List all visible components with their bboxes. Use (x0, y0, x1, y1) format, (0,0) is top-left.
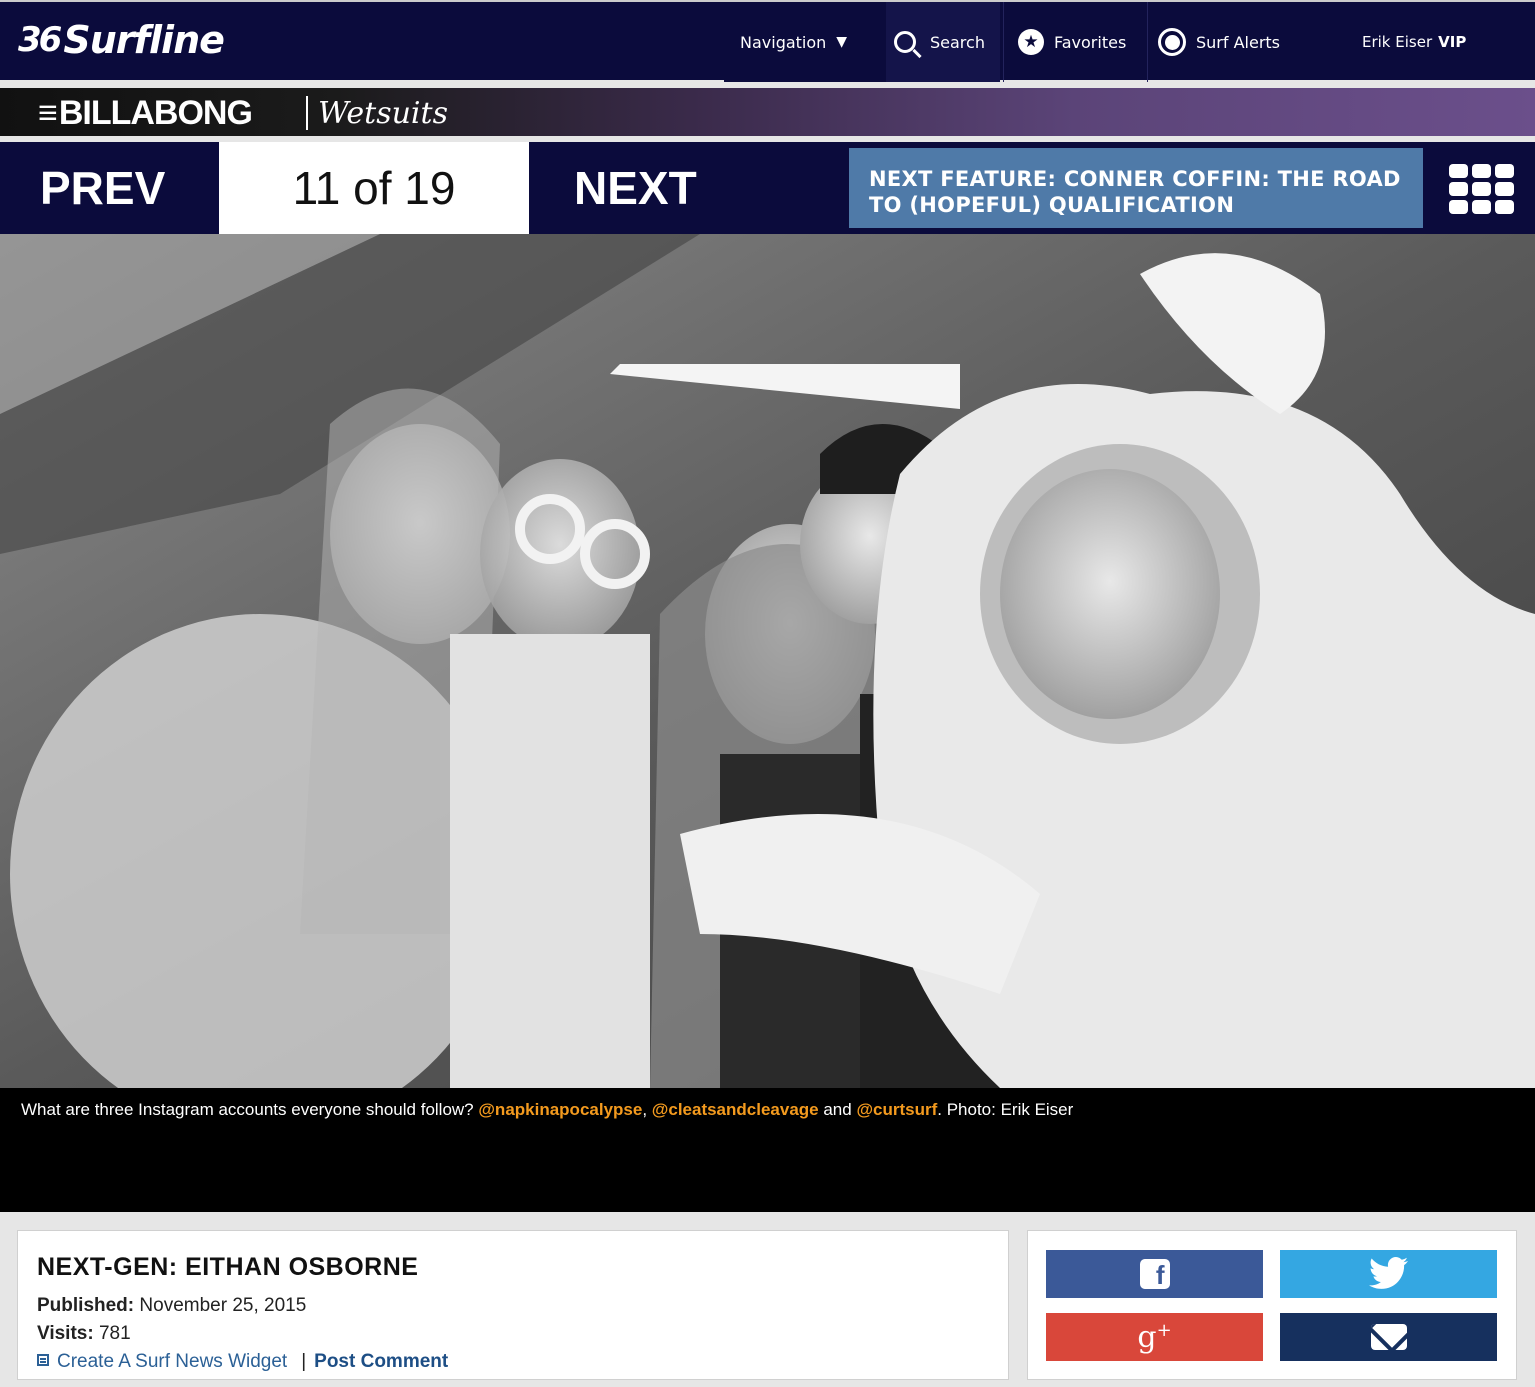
ad-product: Wetsuits (318, 96, 448, 131)
photo-caption: What are three Instagram accounts everyo… (21, 1100, 1073, 1120)
article-actions: Create A Surf News Widget | Post Comment (37, 1351, 448, 1373)
next-feature-link[interactable]: NEXT FEATURE: CONNER COFFIN: THE ROAD TO… (849, 148, 1423, 228)
google-plus-icon: g+ (1137, 1319, 1172, 1355)
email-share-button[interactable] (1280, 1313, 1497, 1361)
gallery-pager: PREV 11 of 19 NEXT NEXT FEATURE: CONNER … (0, 142, 1535, 234)
surfline-logo[interactable]: 36 Surfline (18, 18, 225, 62)
ad-divider (306, 96, 308, 130)
article-title: NEXT-GEN: EITHAN OSBORNE (37, 1253, 419, 1281)
search-icon (894, 31, 916, 53)
widget-icon (37, 1354, 49, 1366)
link-separator: | (301, 1351, 307, 1372)
billabong-logo: ≡BILLABONG (38, 94, 253, 133)
slide-counter: 11 of 19 (219, 142, 529, 234)
photo-illustration (0, 234, 1535, 1088)
vip-badge: VIP (1438, 33, 1467, 51)
top-navigation-bar: 36 Surfline Navigation ▼ Search ★ Favori… (0, 0, 1535, 82)
twitter-share-button[interactable] (1280, 1250, 1497, 1298)
navigation-menu-button[interactable]: Navigation ▼ (724, 2, 886, 82)
prev-button[interactable]: PREV (0, 142, 219, 234)
post-comment-link[interactable]: Post Comment (314, 1351, 448, 1372)
search-label: Search (930, 32, 985, 52)
surf-alerts-label: Surf Alerts (1196, 32, 1281, 52)
instagram-link-3[interactable]: @curtsurf (856, 1100, 937, 1119)
star-icon: ★ (1018, 29, 1044, 55)
user-name: Erik Eiser (1362, 33, 1433, 51)
alert-icon (1158, 28, 1186, 56)
caption-separator: , (642, 1100, 652, 1119)
share-card: f g+ (1027, 1230, 1517, 1380)
ad-brand: BILLABONG (58, 94, 253, 132)
surf-alerts-button[interactable]: Surf Alerts (1148, 2, 1280, 82)
caption-area: What are three Instagram accounts everyo… (0, 1088, 1535, 1212)
logo-wordmark: Surfline (63, 18, 225, 62)
article-info-card: NEXT-GEN: EITHAN OSBORNE Published: Nove… (17, 1230, 1009, 1380)
logo-mark: 36 (18, 20, 62, 60)
visits-row: Visits: 781 (37, 1323, 131, 1345)
caption-credit: . Photo: Erik Eiser (937, 1100, 1074, 1119)
facebook-share-button[interactable]: f (1046, 1250, 1263, 1298)
visits-count: 781 (98, 1323, 131, 1344)
caption-separator: and (818, 1100, 857, 1119)
favorites-button[interactable]: ★ Favorites (1004, 2, 1126, 82)
instagram-link-1[interactable]: @napkinapocalypse (478, 1100, 642, 1119)
billabong-mark-icon: ≡ (38, 94, 58, 132)
instagram-link-2[interactable]: @cleatsandcleavage (652, 1100, 819, 1119)
caret-down-icon: ▼ (836, 34, 848, 50)
google-plus-share-button[interactable]: g+ (1046, 1313, 1263, 1361)
create-widget-link[interactable]: Create A Surf News Widget (57, 1351, 287, 1372)
next-button[interactable]: NEXT (529, 142, 779, 234)
published-label: Published: (37, 1295, 135, 1316)
published-date: November 25, 2015 (139, 1295, 307, 1316)
email-icon (1370, 1324, 1407, 1350)
search-button[interactable]: Search (886, 2, 1000, 82)
favorites-label: Favorites (1054, 32, 1127, 52)
caption-text: What are three Instagram accounts everyo… (21, 1100, 479, 1119)
published-row: Published: November 25, 2015 (37, 1295, 306, 1317)
facebook-icon: f (1139, 1259, 1170, 1289)
twitter-icon (1368, 1257, 1408, 1289)
billabong-ad-banner[interactable]: ≡BILLABONG Wetsuits (0, 88, 1535, 136)
gallery-photo (0, 234, 1535, 1088)
grid-view-icon[interactable] (1449, 164, 1515, 216)
visits-label: Visits: (37, 1323, 94, 1344)
user-account-menu[interactable]: Erik Eiser VIP (1362, 2, 1466, 82)
navigation-label: Navigation (740, 32, 827, 52)
